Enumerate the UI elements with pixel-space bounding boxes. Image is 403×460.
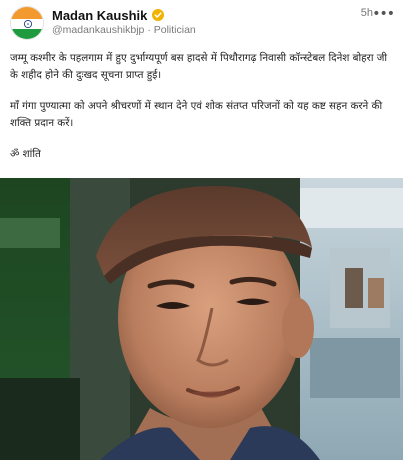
post-photo[interactable]: [0, 178, 403, 460]
author-role: Politician: [153, 24, 196, 36]
post-header: Madan Kaushik @madankaushikbjp · Politic…: [0, 0, 403, 44]
portrait-photo: [0, 178, 403, 460]
india-flag-icon: [11, 7, 43, 39]
post-text: जम्मू कश्मीर के पहलगाम में हुए दुर्भाग्य…: [10, 50, 395, 163]
post-paragraph: जम्मू कश्मीर के पहलगाम में हुए दुर्भाग्य…: [10, 52, 388, 81]
verified-badge-icon: [152, 9, 165, 21]
separator-dot: ·: [147, 24, 151, 36]
author-row: Madan Kaushik: [52, 6, 165, 24]
post-paragraph: ॐ शांति: [10, 148, 41, 160]
author-subline: @madankaushikbjp · Politician: [52, 24, 196, 36]
more-horizontal-icon[interactable]: •••: [372, 6, 395, 22]
author-name[interactable]: Madan Kaushik: [52, 8, 147, 23]
avatar[interactable]: [10, 6, 44, 40]
author-handle[interactable]: @madankaushikbjp: [52, 24, 144, 36]
post-time: 5h: [360, 7, 373, 19]
post-paragraph: माँ गंगा पुण्यात्मा को अपने श्रीचरणों मे…: [10, 100, 383, 129]
